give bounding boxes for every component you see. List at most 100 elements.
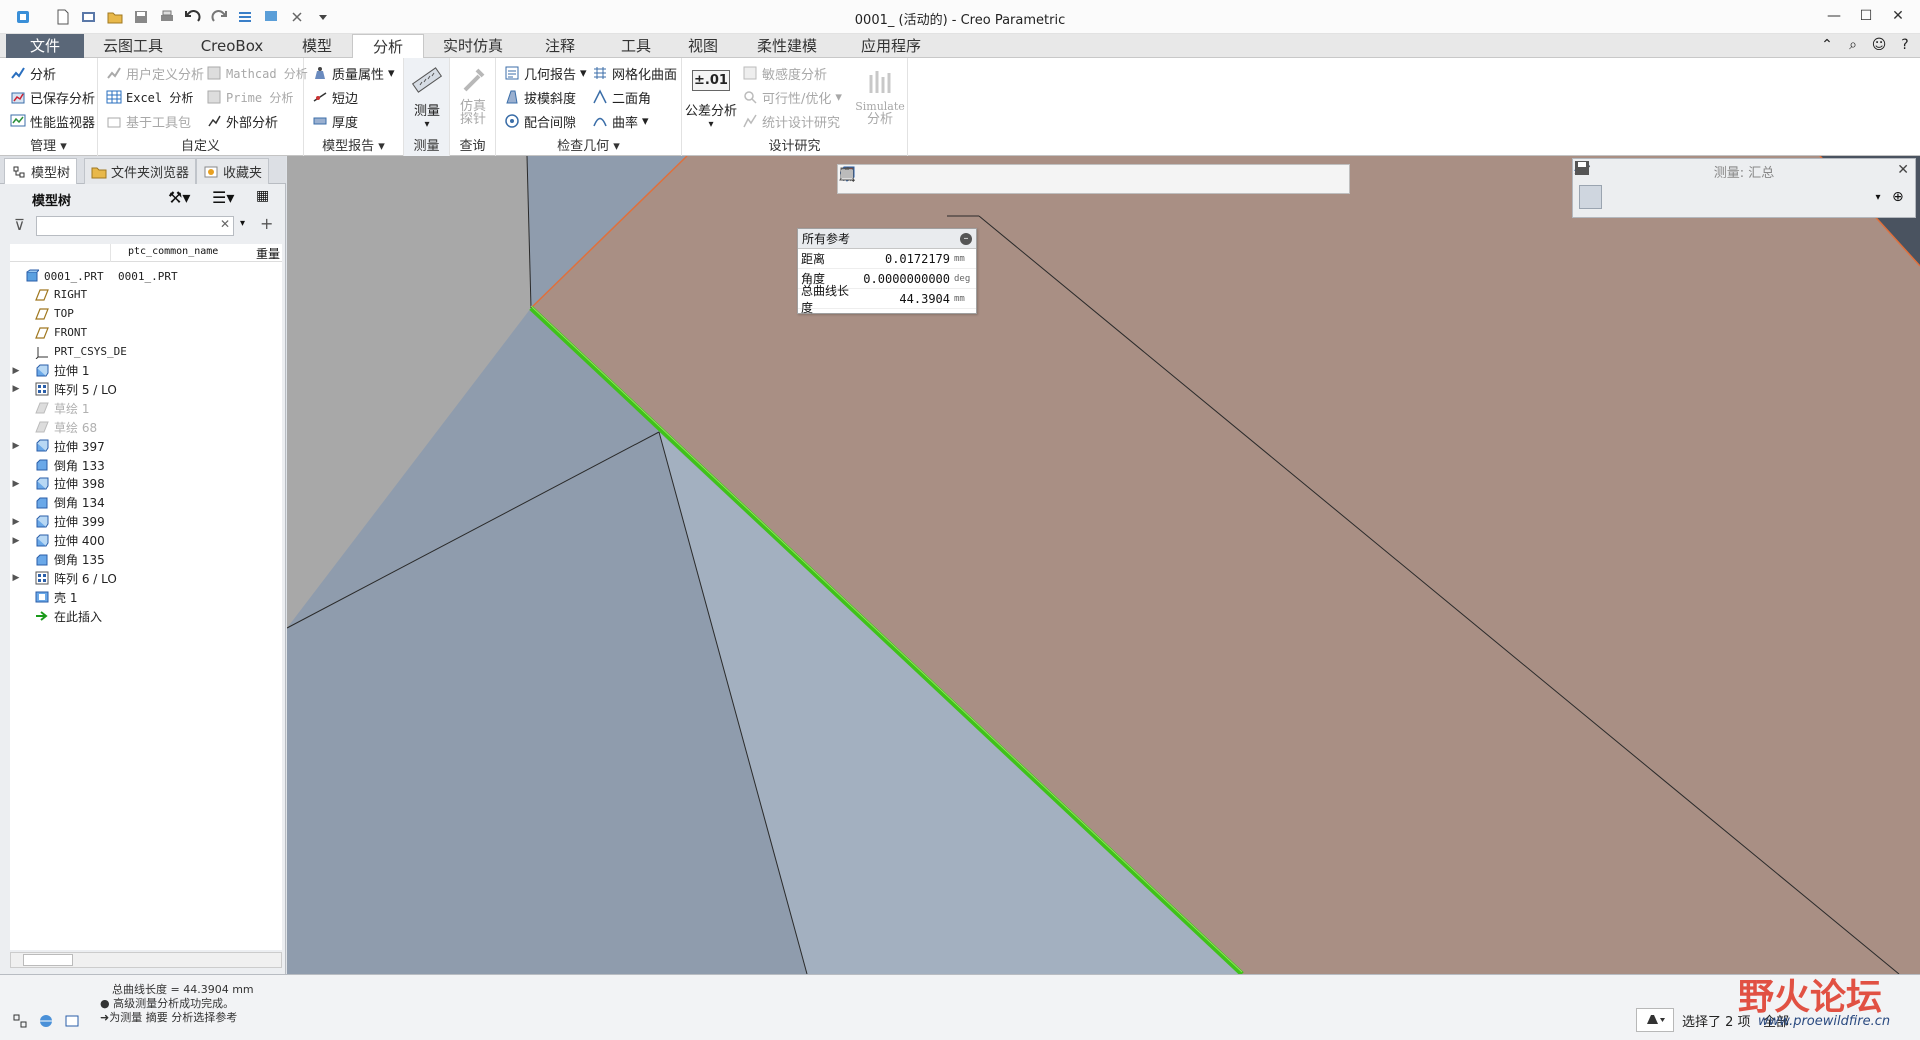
model-geometry[interactable] <box>287 156 1920 974</box>
measure-length-icon[interactable] <box>1574 161 1602 209</box>
annotation-display-icon[interactable] <box>841 167 1243 190</box>
tolerance-analysis-button[interactable]: ±.01 公差分析 ▾ <box>684 60 738 130</box>
curvature-button[interactable]: 曲率 ▾ <box>592 110 649 132</box>
pause-regen-icon[interactable] <box>841 168 1343 190</box>
thickness-button[interactable]: 厚度 <box>312 110 358 132</box>
tree-item[interactable]: 倒角 135 <box>10 551 282 569</box>
measure-summary-panel[interactable]: 测量: 汇总 ✕ ▾ ⊕ <box>1572 158 1916 218</box>
datum-display-icon[interactable] <box>840 168 1118 190</box>
tab-applications[interactable]: 应用程序 <box>842 34 940 58</box>
feasibility-optimization-button[interactable]: 可行性/优化 ▾ <box>742 86 842 108</box>
group-manage-label[interactable]: 管理 ▾ <box>0 138 97 156</box>
tree-item[interactable]: ▶ 阵列 5 / LO <box>10 380 282 398</box>
tree-item[interactable]: ▶ 拉伸 398 <box>10 475 282 493</box>
measure-button[interactable]: 测量 ▾ <box>406 60 448 130</box>
mesh-surface-button[interactable]: 网格化曲面 <box>592 62 677 84</box>
full-screen-icon[interactable] <box>62 1011 82 1031</box>
add-column-icon[interactable]: + <box>260 214 273 233</box>
plane-display-icon[interactable] <box>840 167 1143 190</box>
tab-flexible-modeling[interactable]: 柔性建模 <box>736 34 838 58</box>
show-icon[interactable]: ☰▾ <box>212 188 234 207</box>
axis-display-icon[interactable] <box>840 167 1168 190</box>
search-icon[interactable]: ⌕ <box>1844 36 1862 54</box>
tab-folder-browser[interactable]: 文件夹浏览器 <box>84 158 197 184</box>
mathcad-analysis-button[interactable]: Mathcad 分析 <box>206 62 308 84</box>
perspective-icon[interactable] <box>841 168 1043 190</box>
collapse-ribbon-icon[interactable]: ⌃ <box>1818 36 1836 54</box>
community-icon[interactable]: ☺ <box>1870 36 1888 54</box>
dihedral-angle-button[interactable]: 二面角 <box>592 86 651 108</box>
section-icon[interactable] <box>840 167 1068 190</box>
view-manager-icon[interactable] <box>840 167 1018 190</box>
selection-filter-icon[interactable] <box>1636 1008 1674 1032</box>
tab-view[interactable]: 视图 <box>674 34 732 58</box>
horizontal-scrollbar[interactable] <box>10 952 282 968</box>
scroll-thumb[interactable] <box>23 954 73 966</box>
measure-diameter-icon[interactable] <box>1575 161 1707 209</box>
tree-item[interactable]: RIGHT <box>10 286 282 304</box>
expand-panel-icon[interactable]: ⊕ <box>1887 185 1909 209</box>
tab-creobox[interactable]: CreoBox <box>182 34 282 58</box>
tab-model[interactable]: 模型 <box>286 34 348 58</box>
maximize-icon[interactable]: ☐ <box>1852 4 1880 28</box>
layer-icon[interactable]: ▦ <box>256 188 269 204</box>
tree-item[interactable]: 草绘 68 <box>10 418 282 436</box>
user-defined-analysis-button[interactable]: 用户定义分析 <box>106 62 204 84</box>
result-box-header[interactable]: 所有参考 – <box>798 229 976 249</box>
tab-favorites[interactable]: 收藏夹 <box>196 158 270 184</box>
tree-item[interactable]: 壳 1 <box>10 588 282 606</box>
analysis-button[interactable]: 分析 <box>10 62 56 84</box>
simulate-analysis-button[interactable]: Simulate 分析 <box>854 60 906 126</box>
tab-analysis[interactable]: 分析 <box>352 34 424 59</box>
statistical-study-button[interactable]: 统计设计研究 <box>742 110 840 132</box>
tree-item[interactable]: 倒角 134 <box>10 494 282 512</box>
spin-icon[interactable] <box>840 168 1268 190</box>
clearance-button[interactable]: 配合间隙 <box>504 110 576 132</box>
expand-arrow-icon[interactable]: ▶ <box>10 384 22 394</box>
expand-arrow-icon[interactable]: ▶ <box>10 479 22 489</box>
tab-file[interactable]: 文件 <box>6 34 84 58</box>
tree-item[interactable]: ▶ 拉伸 397 <box>10 437 282 455</box>
clear-search-icon[interactable]: ✕ <box>220 217 230 231</box>
close-measure-panel-icon[interactable]: ✕ <box>1897 162 1909 178</box>
tree-item[interactable]: ▶ 拉伸 1 <box>10 362 282 380</box>
expand-arrow-icon[interactable]: ▶ <box>10 517 22 527</box>
measure-curve-icon[interactable] <box>1574 164 1628 209</box>
short-edge-button[interactable]: 短边 <box>312 86 358 108</box>
measure-distance-icon[interactable] <box>1575 163 1654 209</box>
toolkit-analysis-button[interactable]: 基于工具包 <box>106 110 191 132</box>
group-model-report-label[interactable]: 模型报告 ▾ <box>304 138 403 156</box>
external-analysis-button[interactable]: 外部分析 <box>206 110 278 132</box>
tree-item[interactable]: 0001_.PRT 0001_.PRT <box>10 267 282 285</box>
sensitivity-analysis-button[interactable]: 敏感度分析 <box>742 62 827 84</box>
prime-analysis-button[interactable]: Prime 分析 <box>206 86 293 108</box>
performance-monitor-button[interactable]: 性能监视器 <box>10 110 95 132</box>
measure-angle-icon[interactable] <box>1574 163 1680 209</box>
column-weight[interactable]: 重量 <box>256 245 280 262</box>
tree-item[interactable]: 在此插入 <box>10 607 282 625</box>
tree-item[interactable]: 倒角 133 <box>10 456 282 474</box>
save-measure-icon[interactable] <box>1575 161 1869 209</box>
tree-item[interactable]: PRT_CSYS_DE <box>10 343 282 361</box>
geometry-report-button[interactable]: 几何报告 ▾ <box>504 62 587 84</box>
filter-icon[interactable]: ⊽ <box>14 216 25 234</box>
tree-item[interactable]: ▶ 拉伸 400 <box>10 532 282 550</box>
collapse-icon[interactable]: – <box>960 232 972 245</box>
expand-arrow-icon[interactable]: ▶ <box>10 366 22 376</box>
repaint-icon[interactable] <box>840 167 943 190</box>
spin-center-icon[interactable] <box>843 167 1093 190</box>
csys-display-icon[interactable] <box>841 168 1218 190</box>
expand-arrow-icon[interactable]: ▶ <box>10 573 22 583</box>
search-input[interactable]: ✕ <box>36 216 234 236</box>
excel-analysis-button[interactable]: Excel 分析 <box>106 86 193 108</box>
tree-item[interactable]: ▶ 拉伸 399 <box>10 513 282 531</box>
browser-toggle-icon[interactable] <box>36 1011 56 1031</box>
help-icon[interactable]: ? <box>1896 36 1914 54</box>
expand-arrow-icon[interactable]: ▶ <box>10 536 22 546</box>
graphics-window[interactable]: 所有参考 – 距离 0.0172179 mm 角度 0.0000000000 deg 总… <box>287 156 1920 974</box>
tab-model-tree[interactable]: 模型树 <box>4 158 78 184</box>
point-display-icon[interactable] <box>841 168 1193 190</box>
display-style-icon[interactable] <box>841 168 968 190</box>
zoom-out-icon[interactable] <box>840 167 918 190</box>
saved-orientations-icon[interactable] <box>840 166 993 190</box>
